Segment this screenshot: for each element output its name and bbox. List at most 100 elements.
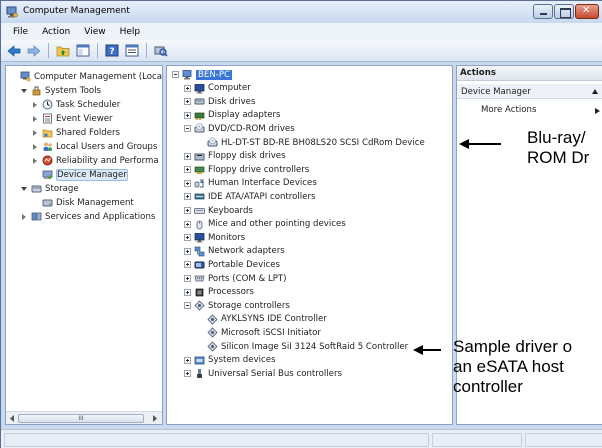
show-hide-tree-button[interactable] xyxy=(74,43,92,59)
expand-toggle-icon[interactable] xyxy=(184,207,191,214)
menu-action[interactable]: Action xyxy=(35,27,77,37)
device-tree-item[interactable]: Floppy disk drives xyxy=(184,150,286,163)
expand-toggle-icon[interactable] xyxy=(184,288,191,296)
expand-toggle-icon[interactable] xyxy=(184,166,191,174)
device-tree-item[interactable]: DVD/CD-ROM drives xyxy=(184,122,295,135)
device-tree-item-label: Storage controllers xyxy=(208,300,290,311)
expand-toggle-icon[interactable] xyxy=(31,101,39,109)
more-actions-link[interactable]: More Actions xyxy=(481,105,536,115)
device-tree-item[interactable]: Silicon Image SiI 3124 SoftRaid 5 Contro… xyxy=(196,340,408,353)
device-tree-item[interactable]: Microsoft iSCSI Initiator xyxy=(196,326,321,339)
device-tree-item[interactable]: Disk drives xyxy=(184,95,255,108)
title-bar[interactable]: Computer Management xyxy=(1,1,602,23)
console-tree-item[interactable]: Disk Management xyxy=(31,196,134,209)
device-tree-item[interactable]: Storage controllers xyxy=(184,299,290,312)
close-button[interactable] xyxy=(575,4,599,19)
expand-toggle-icon[interactable] xyxy=(184,179,191,187)
console-tree-icon xyxy=(76,44,90,57)
device-tree-item-label: Floppy drive controllers xyxy=(208,164,310,175)
device-tree-item-label: Keyboards xyxy=(208,205,253,216)
scroll-left-arrow-icon[interactable] xyxy=(8,414,17,423)
device-tree-item[interactable]: Mice and other pointing devices xyxy=(184,218,346,231)
device-tree-item[interactable]: System devices xyxy=(184,354,275,367)
back-button[interactable] xyxy=(5,43,23,59)
expand-toggle-icon[interactable] xyxy=(31,115,39,123)
expand-toggle-icon[interactable] xyxy=(184,356,191,364)
up-folder-button[interactable] xyxy=(54,43,72,59)
scroll-right-arrow-icon[interactable] xyxy=(150,414,159,423)
collapse-toggle-icon[interactable] xyxy=(20,185,28,193)
device-tree-item-label: HL-DT-ST BD-RE BH08LS20 SCSI CdRom Devic… xyxy=(221,137,425,148)
expand-toggle-icon[interactable] xyxy=(184,84,191,92)
expand-toggle-icon[interactable] xyxy=(184,261,191,269)
properties-button[interactable] xyxy=(123,43,141,59)
device-tree-item[interactable]: Portable Devices xyxy=(184,258,280,271)
device-tree-item[interactable]: Universal Serial Bus controllers xyxy=(184,367,342,380)
minimize-button[interactable] xyxy=(533,4,553,19)
console-tree-item[interactable]: Services and Applications xyxy=(20,210,155,223)
collapse-toggle-icon[interactable] xyxy=(184,302,191,310)
expand-toggle-icon[interactable] xyxy=(184,370,191,378)
expand-toggle-icon[interactable] xyxy=(184,193,191,201)
hid-icon xyxy=(194,178,205,189)
maximize-button[interactable] xyxy=(554,4,574,19)
console-tree-item[interactable]: Reliability and Performa xyxy=(31,154,159,167)
console-tree-item[interactable]: Task Scheduler xyxy=(31,98,120,111)
expand-toggle-icon[interactable] xyxy=(184,234,191,242)
system-device-icon xyxy=(194,355,205,366)
console-tree-item[interactable]: Device Manager xyxy=(31,168,128,181)
device-tree-item[interactable]: BEN-PC xyxy=(172,68,233,81)
help-button[interactable]: ? xyxy=(103,43,121,59)
device-tree-item[interactable]: Human Interface Devices xyxy=(184,177,317,190)
expand-toggle-icon[interactable] xyxy=(184,111,191,119)
collapse-toggle-icon[interactable] xyxy=(20,87,28,95)
expand-toggle-icon[interactable] xyxy=(184,275,191,282)
expand-toggle-icon[interactable] xyxy=(184,152,191,160)
forward-button[interactable] xyxy=(25,43,43,59)
bluray-annotation: Blu-ray/ ROM Dr xyxy=(527,128,589,168)
device-tree-item[interactable]: Floppy drive controllers xyxy=(184,163,309,176)
device-tree-item[interactable]: Processors xyxy=(184,286,254,299)
actions-section-device-manager[interactable]: Device Manager xyxy=(457,84,602,99)
device-tree-item[interactable]: Ports (COM & LPT) xyxy=(184,272,287,285)
console-tree-item[interactable]: Event Viewer xyxy=(31,112,113,125)
expand-toggle-icon[interactable] xyxy=(31,129,39,137)
console-tree-item[interactable]: Local Users and Groups xyxy=(31,140,157,153)
console-tree-item[interactable]: Storage xyxy=(20,182,79,195)
expand-toggle-icon[interactable] xyxy=(184,98,191,106)
device-tree-item[interactable]: Network adapters xyxy=(184,245,285,258)
console-tree-item[interactable]: System Tools xyxy=(20,84,101,97)
storage-controller-icon xyxy=(207,314,218,325)
device-tree-item[interactable]: Monitors xyxy=(184,231,245,244)
menu-view[interactable]: View xyxy=(77,27,112,37)
device-tree-item-label: Computer xyxy=(208,83,251,94)
device-tree-item[interactable]: HL-DT-ST BD-RE BH08LS20 SCSI CdRom Devic… xyxy=(196,136,425,149)
expand-toggle-icon[interactable] xyxy=(20,213,28,221)
device-tree-item[interactable]: IDE ATA/ATAPI controllers xyxy=(184,190,315,203)
scan-hardware-button[interactable] xyxy=(152,43,170,59)
expand-toggle-icon[interactable] xyxy=(184,247,191,255)
collapse-toggle-icon[interactable] xyxy=(184,125,191,133)
menu-file[interactable]: File xyxy=(6,27,35,37)
console-tree-item[interactable]: Shared Folders xyxy=(31,126,120,139)
device-tree-item[interactable]: AYKLSYNS IDE Controller xyxy=(196,313,327,326)
display-adapter-icon xyxy=(194,110,205,121)
expand-toggle-icon[interactable] xyxy=(31,157,39,165)
device-tree-item[interactable]: Display adapters xyxy=(184,109,281,122)
device-tree-item-label: Mice and other pointing devices xyxy=(208,219,346,230)
device-tree-item[interactable]: Keyboards xyxy=(184,204,253,217)
collapse-toggle-icon[interactable] xyxy=(172,71,179,78)
menu-help[interactable]: Help xyxy=(113,27,148,37)
device-tree-pane[interactable]: BEN-PC Computer Disk drives Display adapter… xyxy=(166,65,453,425)
expand-toggle-icon[interactable] xyxy=(31,143,39,151)
device-tree-item[interactable]: Computer xyxy=(184,82,251,95)
forward-arrow-icon xyxy=(27,44,41,57)
horizontal-scrollbar[interactable]: III xyxy=(6,411,162,424)
device-manager-icon xyxy=(42,169,53,180)
expand-toggle-icon[interactable] xyxy=(184,220,191,228)
scrollbar-thumb[interactable]: III xyxy=(18,414,144,423)
console-tree-item[interactable]: Computer Management (Local xyxy=(9,70,162,83)
console-tree-pane[interactable]: Computer Management (Local System Tools Ta… xyxy=(5,65,163,425)
